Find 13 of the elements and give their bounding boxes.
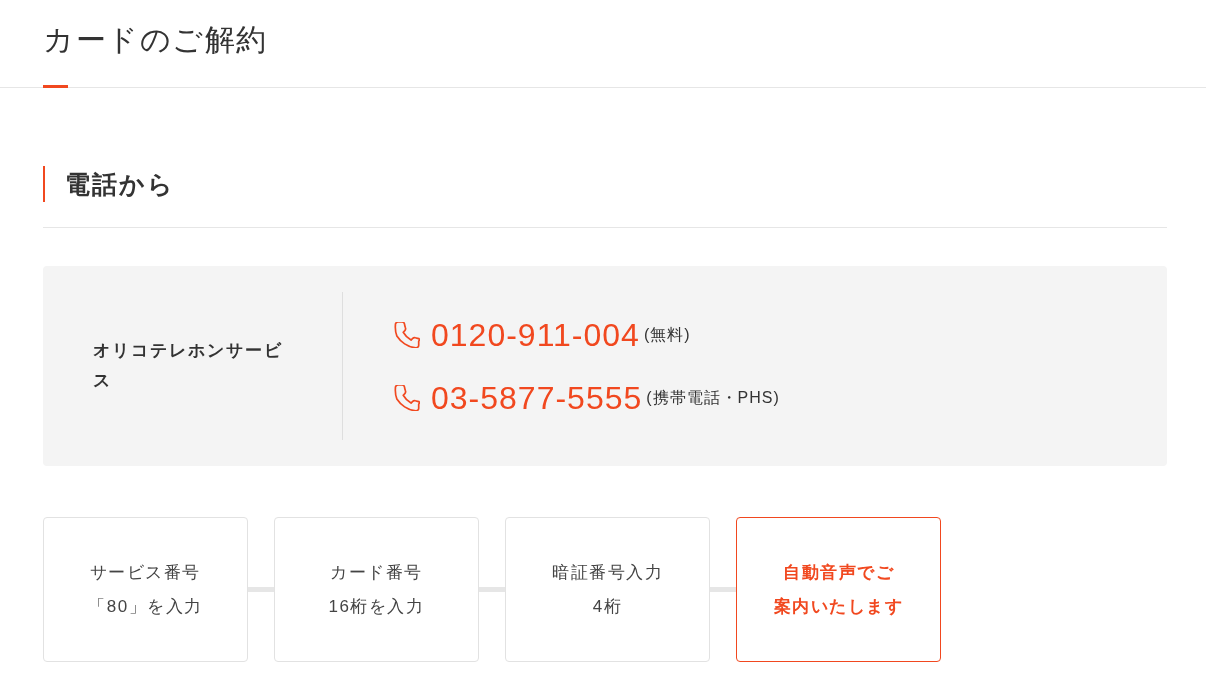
phone-number[interactable]: 03-5877-5555 <box>431 377 643 418</box>
phone-note: (携帯電話・PHS) <box>646 387 780 408</box>
phone-note: (無料) <box>643 324 691 345</box>
step-text: サービス番号 「80」を入力 <box>88 561 203 618</box>
step-text: 暗証番号入力 4桁 <box>552 561 663 618</box>
page-title: カードのご解約 <box>43 22 268 58</box>
service-name: オリコテレホンサービス <box>93 340 284 392</box>
phone-icon <box>394 321 420 348</box>
step-text: カード番号 16桁を入力 <box>328 561 425 618</box>
step-text: 自動音声でご 案内いたします <box>773 561 904 618</box>
section-heading: 電話から <box>43 166 175 202</box>
phone-icon <box>394 384 420 411</box>
phone-number[interactable]: 0120-911-004 <box>431 314 640 355</box>
